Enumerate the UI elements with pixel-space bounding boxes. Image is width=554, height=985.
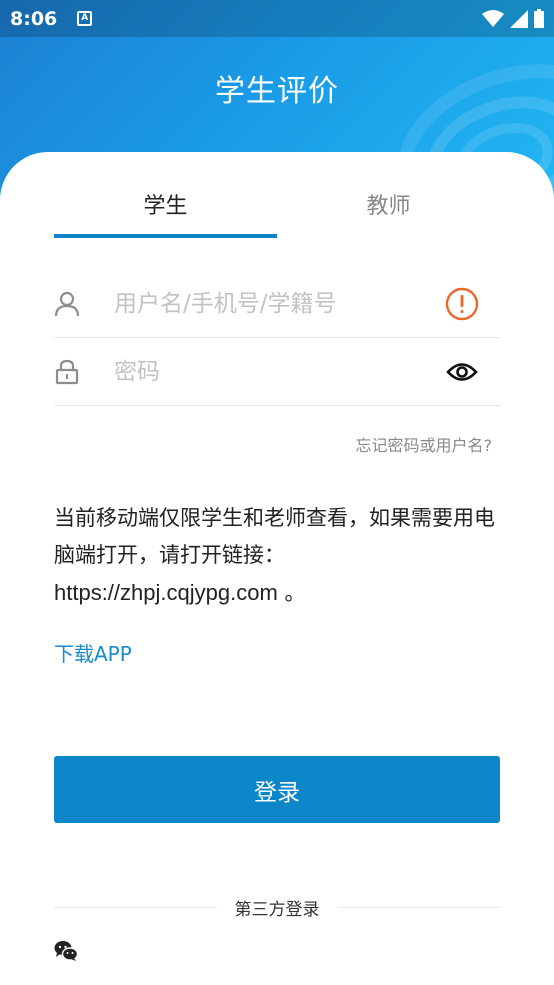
status-bar: 8:06 A <box>0 0 554 37</box>
notice-suffix: 。 <box>277 581 306 605</box>
user-icon <box>54 291 80 317</box>
active-tab-indicator <box>54 234 277 238</box>
role-tabs: 学生 教师 <box>54 184 500 238</box>
third-party-label: 第三方登录 <box>234 899 320 920</box>
eye-icon[interactable] <box>444 354 480 390</box>
password-input[interactable] <box>114 358 444 385</box>
login-button[interactable]: 登录 <box>54 756 500 823</box>
divider-line <box>54 906 217 908</box>
tab-teacher[interactable]: 教师 <box>277 184 500 238</box>
notification-badge: A <box>77 11 93 26</box>
notice-body: 当前移动端仅限学生和老师查看，如果需要用电脑端打开，请打开链接： <box>54 506 495 567</box>
wechat-icon[interactable] <box>54 940 79 962</box>
battery-icon <box>534 9 544 28</box>
page-title: 学生评价 <box>215 74 339 109</box>
status-time: 8:06 <box>10 7 58 30</box>
notice-text: 当前移动端仅限学生和老师查看，如果需要用电脑端打开，请打开链接： https:/… <box>54 500 504 612</box>
alert-circle-icon <box>444 286 480 322</box>
divider-line <box>337 906 500 908</box>
notice-url: https://zhpj.cqjypg.com <box>54 580 278 605</box>
lock-icon <box>54 359 80 385</box>
download-app-link[interactable]: 下载APP <box>54 638 132 667</box>
login-card: 学生 教师 用户名/手机号/学籍号 忘记密码或用户名? 当前移动端仅限学生和老师… <box>0 152 554 985</box>
username-field <box>54 270 500 338</box>
username-input[interactable] <box>114 290 444 317</box>
third-party-login-divider: 第三方登录 <box>54 892 500 922</box>
wifi-icon <box>482 9 504 27</box>
password-field <box>54 338 500 406</box>
signal-icon <box>510 9 528 28</box>
status-icons <box>482 9 544 28</box>
tab-student[interactable]: 学生 <box>54 184 277 238</box>
forgot-password-link[interactable]: 忘记密码或用户名? <box>356 432 493 456</box>
